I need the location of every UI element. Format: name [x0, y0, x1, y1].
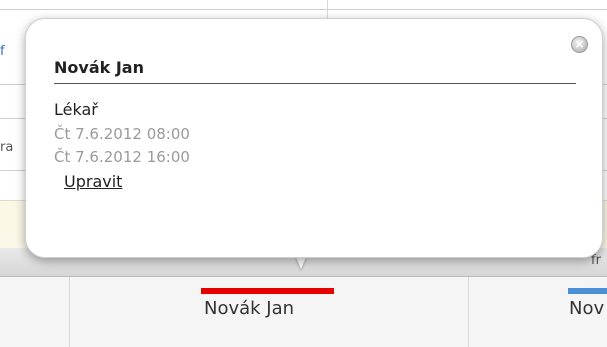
grid-line — [69, 277, 70, 347]
event-label-second[interactable]: Nov — [569, 298, 604, 319]
edit-link[interactable]: Upravit — [64, 172, 122, 191]
popup-start-time: Čt 7.6.2012 08:00 — [54, 125, 190, 143]
event-detail-popup: × Novák Jan Lékař Čt 7.6.2012 08:00 Čt 7… — [25, 18, 603, 258]
event-bar-second[interactable] — [568, 288, 607, 294]
popup-role: Lékař — [54, 100, 98, 119]
popup-end-time: Čt 7.6.2012 16:00 — [54, 148, 190, 166]
close-icon[interactable]: × — [571, 36, 588, 53]
grid-line — [0, 9, 607, 10]
event-bar-novak[interactable] — [201, 288, 334, 294]
cell-text-fragment: ra — [0, 140, 14, 155]
event-label-novak[interactable]: Novák Jan — [204, 298, 294, 319]
cell-text-fragment: f — [0, 44, 5, 59]
popup-title: Novák Jan — [54, 58, 576, 84]
grid-line — [468, 277, 469, 347]
